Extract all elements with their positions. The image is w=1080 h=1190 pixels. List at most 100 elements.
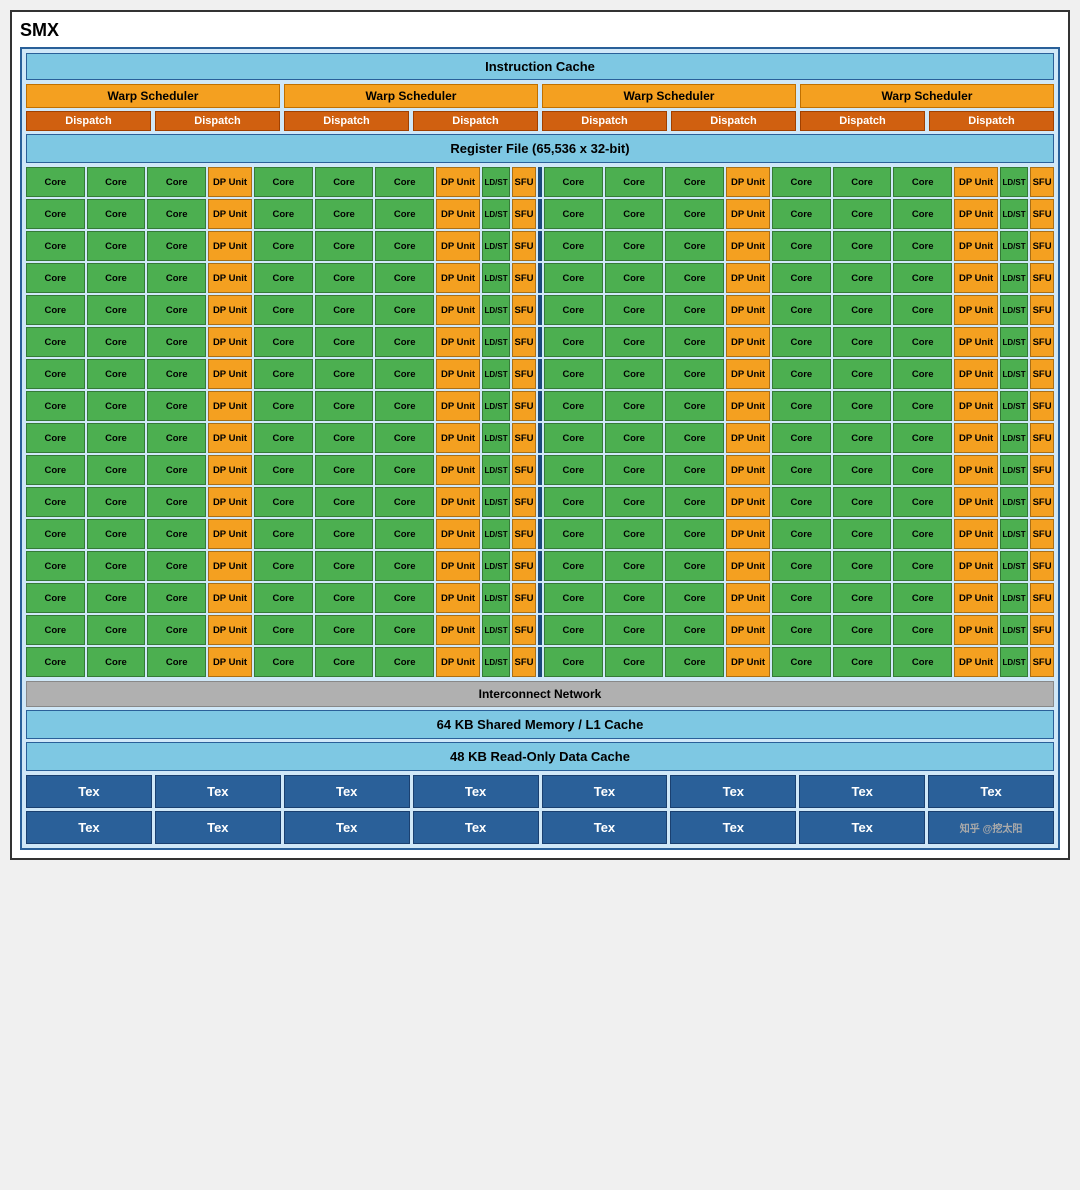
cell-core: Core [87,263,146,293]
cell-ldst: LD/ST [482,423,510,453]
cell-core: Core [772,647,831,677]
cell-ldst: LD/ST [1000,423,1028,453]
cell-ldst: LD/ST [1000,231,1028,261]
readonly-cache: 48 KB Read-Only Data Cache [26,742,1054,771]
smx-container: SMX Instruction Cache Warp Scheduler War… [10,10,1070,860]
cell-dp: DP Unit [726,519,770,549]
cell-core: Core [315,647,374,677]
cell-core: Core [147,295,206,325]
cell-ldst: LD/ST [482,615,510,645]
cell-ldst: LD/ST [1000,327,1028,357]
cell-core: Core [544,167,603,197]
dispatch-7: Dispatch [800,111,925,131]
cell-dp: DP Unit [954,359,998,389]
cell-ldst: LD/ST [1000,615,1028,645]
cell-dp: DP Unit [726,615,770,645]
cell-core: Core [544,615,603,645]
cell-core: Core [833,519,892,549]
separator [538,263,542,293]
separator [538,647,542,677]
cell-dp: DP Unit [954,423,998,453]
core-row-7: CoreCoreCoreDP UnitCoreCoreCoreDP UnitLD… [26,391,1054,421]
cell-core: Core [544,647,603,677]
cell-core: Core [544,263,603,293]
cell-core: Core [26,423,85,453]
cell-core: Core [605,263,664,293]
tex-2-3: Tex [284,811,410,844]
cell-core: Core [605,295,664,325]
cell-core: Core [315,295,374,325]
cell-core: Core [833,263,892,293]
cell-dp: DP Unit [726,167,770,197]
cell-ldst: LD/ST [482,583,510,613]
core-row-10: CoreCoreCoreDP UnitCoreCoreCoreDP UnitLD… [26,487,1054,517]
cell-dp: DP Unit [726,295,770,325]
cell-ldst: LD/ST [482,647,510,677]
core-row-14: CoreCoreCoreDP UnitCoreCoreCoreDP UnitLD… [26,615,1054,645]
cell-dp: DP Unit [954,327,998,357]
cell-core: Core [26,487,85,517]
cell-core: Core [772,519,831,549]
cell-core: Core [254,327,313,357]
cell-sfu: SFU [1030,391,1054,421]
cell-sfu: SFU [1030,551,1054,581]
cell-core: Core [375,263,434,293]
cell-core: Core [87,647,146,677]
cell-core: Core [605,455,664,485]
cell-dp: DP Unit [954,167,998,197]
cell-core: Core [254,551,313,581]
cell-dp: DP Unit [726,455,770,485]
cell-core: Core [375,551,434,581]
cell-core: Core [665,295,724,325]
tex-1-4: Tex [413,775,539,808]
cell-core: Core [254,647,313,677]
cell-core: Core [315,263,374,293]
cell-sfu: SFU [512,615,536,645]
cell-core: Core [893,231,952,261]
cell-sfu: SFU [1030,167,1054,197]
cell-ldst: LD/ST [482,295,510,325]
cell-core: Core [544,487,603,517]
cell-core: Core [893,423,952,453]
cell-core: Core [893,455,952,485]
cell-core: Core [605,167,664,197]
cell-core: Core [315,359,374,389]
separator [538,199,542,229]
cell-core: Core [147,423,206,453]
cell-sfu: SFU [1030,423,1054,453]
cell-dp: DP Unit [954,455,998,485]
tex-1-6: Tex [670,775,796,808]
cell-core: Core [665,391,724,421]
cell-core: Core [893,519,952,549]
cell-dp: DP Unit [436,519,480,549]
core-row-4: CoreCoreCoreDP UnitCoreCoreCoreDP UnitLD… [26,295,1054,325]
cell-ldst: LD/ST [482,487,510,517]
separator [538,167,542,197]
cell-dp: DP Unit [726,423,770,453]
cell-core: Core [893,487,952,517]
cell-core: Core [87,231,146,261]
cell-core: Core [893,583,952,613]
tex-1-1: Tex [26,775,152,808]
cell-core: Core [772,455,831,485]
cell-dp: DP Unit [954,199,998,229]
cell-core: Core [375,615,434,645]
cell-core: Core [893,359,952,389]
cell-core: Core [833,551,892,581]
cell-core: Core [772,231,831,261]
cell-core: Core [893,199,952,229]
separator [538,359,542,389]
tex-2-7: Tex [799,811,925,844]
cell-core: Core [26,295,85,325]
cell-dp: DP Unit [208,551,252,581]
cell-core: Core [375,327,434,357]
cell-dp: DP Unit [208,167,252,197]
cell-core: Core [772,551,831,581]
cell-core: Core [833,167,892,197]
cell-sfu: SFU [1030,359,1054,389]
cell-dp: DP Unit [954,295,998,325]
cell-ldst: LD/ST [482,359,510,389]
cell-core: Core [254,487,313,517]
cell-dp: DP Unit [726,551,770,581]
cell-core: Core [665,423,724,453]
